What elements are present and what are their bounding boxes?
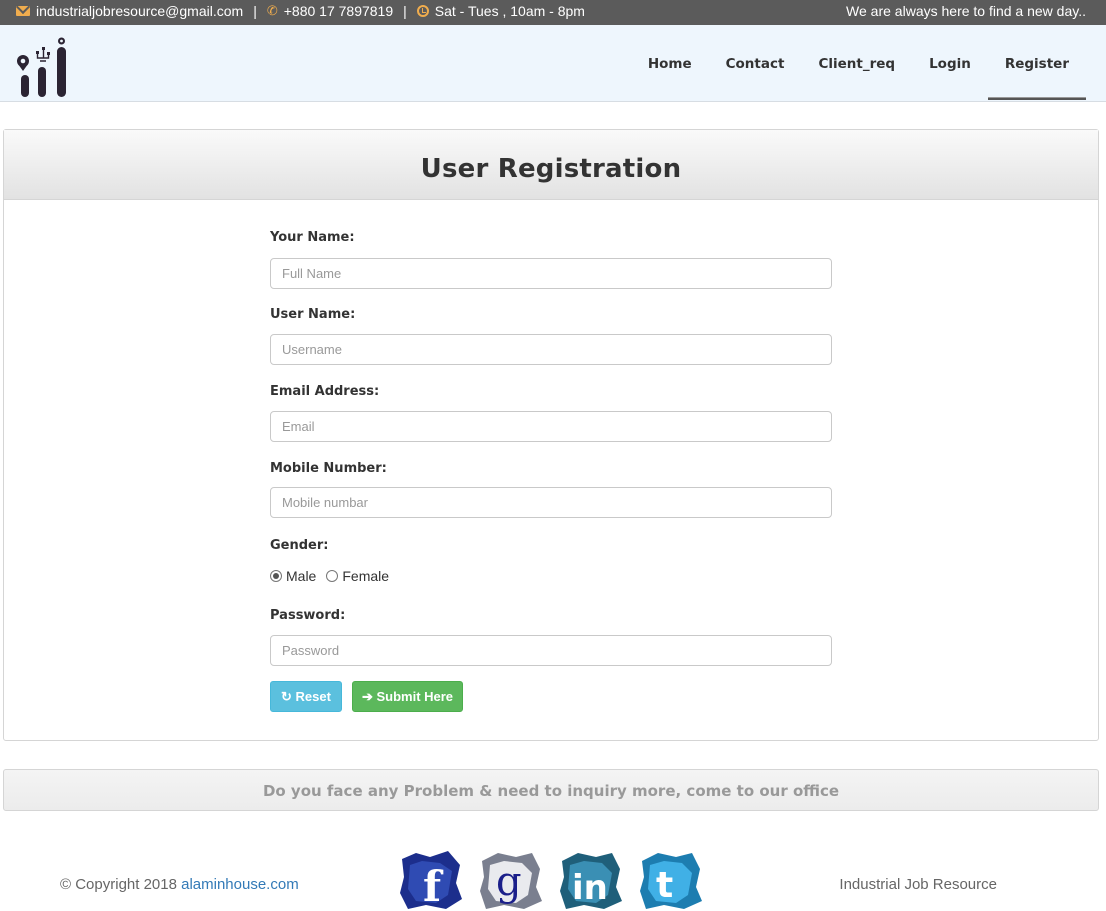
mobile-input[interactable] bbox=[270, 487, 832, 518]
footer-brand: Industrial Job Resource bbox=[839, 876, 997, 893]
linkedin-icon[interactable]: in bbox=[556, 849, 624, 911]
inquiry-text: Do you face any Problem & need to inquir… bbox=[262, 782, 840, 800]
gender-male-radio[interactable] bbox=[270, 570, 282, 582]
gender-male-label[interactable]: Male bbox=[286, 568, 316, 584]
gender-label: Gender: bbox=[270, 538, 329, 553]
google-icon[interactable]: g bbox=[476, 849, 544, 911]
password-input[interactable] bbox=[270, 635, 832, 666]
nav-login[interactable]: Login bbox=[912, 25, 988, 100]
panel-header: User Registration bbox=[4, 130, 1098, 200]
nav-register[interactable]: Register bbox=[987, 25, 1086, 100]
email-input[interactable] bbox=[270, 411, 832, 442]
site-logo[interactable] bbox=[14, 37, 70, 99]
contact-info: industrialjobresource@gmail.com | ✆ +880… bbox=[16, 3, 585, 19]
mobile-label: Mobile Number: bbox=[270, 461, 387, 476]
nav-contact[interactable]: Contact bbox=[709, 25, 802, 100]
inquiry-strip: Do you face any Problem & need to inquir… bbox=[3, 769, 1099, 811]
navbar: Home Contact Client_req Login Register bbox=[0, 25, 1106, 102]
gender-female-label[interactable]: Female bbox=[342, 568, 389, 584]
nav-home[interactable]: Home bbox=[631, 25, 709, 100]
copyright-text: © Copyright 2018 bbox=[60, 876, 177, 893]
submit-button[interactable]: ➔ Submit Here bbox=[352, 681, 463, 712]
svg-text:in: in bbox=[572, 868, 608, 908]
facebook-icon[interactable]: f bbox=[396, 849, 464, 911]
nav-client-req[interactable]: Client_req bbox=[801, 25, 912, 100]
page-title: User Registration bbox=[420, 154, 682, 184]
email-label: Email Address: bbox=[270, 384, 380, 399]
tagline: We are always here to find a new day.. bbox=[846, 3, 1086, 19]
username-input[interactable] bbox=[270, 334, 832, 365]
sign-in-icon: ➔ bbox=[361, 689, 373, 704]
reset-label: Reset bbox=[295, 689, 331, 704]
password-label: Password: bbox=[270, 608, 346, 623]
gender-female-radio[interactable] bbox=[326, 570, 339, 582]
site-link[interactable]: alaminhouse.com bbox=[181, 876, 299, 893]
separator: | bbox=[403, 3, 407, 19]
svg-text:g: g bbox=[496, 859, 522, 905]
name-label: Your Name: bbox=[270, 230, 355, 245]
separator: | bbox=[253, 3, 257, 19]
twitter-icon[interactable]: t bbox=[636, 849, 704, 911]
envelope-icon bbox=[16, 6, 30, 16]
phone-icon: ✆ bbox=[266, 3, 278, 18]
svg-text:f: f bbox=[423, 862, 444, 911]
reset-button[interactable]: ↻ Reset bbox=[270, 681, 342, 712]
registration-panel: User Registration Your Name: User Name: … bbox=[3, 129, 1099, 741]
refresh-icon: ↻ bbox=[281, 689, 292, 704]
contact-phone: +880 17 7897819 bbox=[283, 3, 394, 19]
office-hours: Sat - Tues , 10am - 8pm bbox=[434, 3, 585, 19]
username-label: User Name: bbox=[270, 307, 356, 322]
copyright: © Copyright 2018 alaminhouse.com bbox=[60, 876, 299, 893]
contact-email: industrialjobresource@gmail.com bbox=[36, 3, 244, 19]
svg-text:t: t bbox=[656, 865, 673, 906]
submit-label: Submit Here bbox=[376, 689, 454, 704]
full-name-input[interactable] bbox=[270, 258, 832, 289]
clock-icon bbox=[416, 5, 429, 17]
main-nav: Home Contact Client_req Login Register bbox=[631, 25, 1086, 102]
top-info-bar: industrialjobresource@gmail.com | ✆ +880… bbox=[0, 0, 1106, 25]
gender-options: Male Female bbox=[270, 568, 389, 584]
